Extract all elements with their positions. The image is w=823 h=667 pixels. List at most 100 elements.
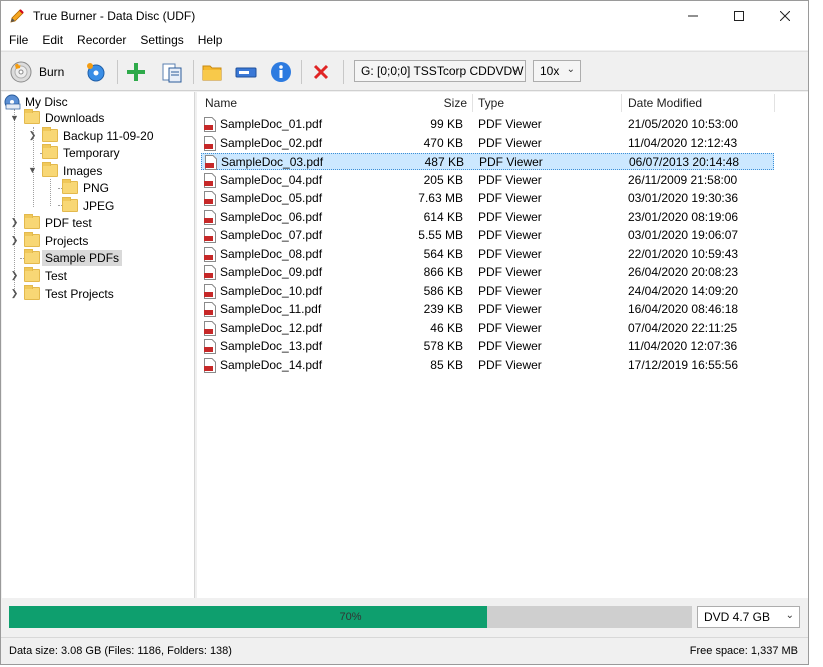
file-row[interactable]: SampleDoc_08.pdf 564 KB PDF Viewer 22/01/20… <box>201 246 774 263</box>
column-header-type[interactable]: Type <box>478 92 504 114</box>
file-row[interactable]: SampleDoc_11.pdf 239 KB PDF Viewer 16/04/20… <box>201 301 774 318</box>
close-button[interactable] <box>762 1 808 31</box>
import-button[interactable] <box>161 58 183 86</box>
disc-root-icon <box>4 94 21 109</box>
tree-label: Downloads <box>45 110 105 125</box>
file-date: 26/04/2020 20:08:23 <box>628 265 739 279</box>
file-type: PDF Viewer <box>478 265 542 279</box>
tree-label: Temporary <box>63 145 120 160</box>
tree-item-temporary[interactable]: Temporary <box>42 144 123 161</box>
data-size-status: Data size: 3.08 GB (Files: 1186, Folders… <box>9 645 232 657</box>
file-name: SampleDoc_01.pdf <box>220 117 323 131</box>
expand-arrow-icon[interactable]: ❯ <box>10 235 19 246</box>
expand-arrow-icon[interactable]: ❯ <box>10 270 19 281</box>
tree-item-images[interactable]: Images <box>42 162 105 179</box>
file-row[interactable]: SampleDoc_07.pdf 5.55 MB PDF Viewer 03/01/2… <box>201 227 774 244</box>
disc-settings-button[interactable] <box>85 58 107 86</box>
file-size: 85 KB <box>430 357 463 372</box>
file-date: 07/04/2020 22:11:25 <box>628 320 738 335</box>
menu-file[interactable]: File <box>3 31 34 50</box>
drive-select[interactable]: G: [0;0;0] TSSTcorp CDDVDW ⌄ <box>354 60 526 82</box>
file-type: PDF Viewer <box>478 357 542 372</box>
tree-label: Backup 11-09-20 <box>63 128 154 143</box>
burn-label: Burn <box>39 65 65 79</box>
menu-edit[interactable]: Edit <box>36 31 69 50</box>
minimize-button[interactable] <box>670 1 716 31</box>
tree-item-backup[interactable]: Backup 11-09-20 <box>42 127 157 144</box>
tree-item-pdf-test[interactable]: PDF test <box>24 214 95 231</box>
tree-label: Projects <box>45 233 89 248</box>
tree-item-jpeg[interactable]: JPEG <box>62 197 117 214</box>
file-name: SampleDoc_14.pdf <box>220 357 323 372</box>
tree-item-downloads[interactable]: Downloads <box>24 109 107 126</box>
column-header-date-modified[interactable]: Date Modified <box>628 92 702 114</box>
file-size: 614 KB <box>423 209 463 224</box>
file-date: 06/07/2013 20:14:48 <box>629 155 740 169</box>
maximize-button[interactable] <box>716 1 762 31</box>
clipboard-icon <box>162 63 182 83</box>
tree-item-test[interactable]: Test <box>24 267 70 284</box>
file-row[interactable]: SampleDoc_02.pdf 470 KB PDF Viewer 11/04/20… <box>201 135 774 152</box>
maximize-icon <box>734 11 744 21</box>
collapse-arrow-icon[interactable]: ▼ <box>10 113 19 123</box>
pdf-file-icon <box>204 228 216 243</box>
column-header-name[interactable]: Name <box>205 92 237 114</box>
file-row[interactable]: SampleDoc_09.pdf 866 KB PDF Viewer 26/04/20… <box>201 264 774 281</box>
pdf-file-icon <box>205 155 217 170</box>
file-row[interactable]: SampleDoc_05.pdf 7.63 MB PDF Viewer 03/01/2… <box>201 190 774 207</box>
menu-settings[interactable]: Settings <box>134 31 189 50</box>
file-size: 487 KB <box>424 155 464 169</box>
file-row[interactable]: SampleDoc_06.pdf 614 KB PDF Viewer 23/01/20… <box>201 209 774 226</box>
folder-icon <box>24 249 40 264</box>
file-name: SampleDoc_08.pdf <box>220 246 323 261</box>
disc-usage-bar: 70% <box>9 606 692 628</box>
file-row[interactable]: SampleDoc_01.pdf 99 KB PDF Viewer 21/05/202… <box>201 116 774 133</box>
disc-type-select[interactable]: DVD 4.7 GB ⌄ <box>697 606 800 628</box>
file-type: PDF Viewer <box>478 135 542 150</box>
pdf-file-icon <box>204 283 216 299</box>
file-row[interactable]: SampleDoc_13.pdf 578 KB PDF Viewer 11/04/20… <box>201 338 774 355</box>
file-row[interactable]: SampleDoc_04.pdf 205 KB PDF Viewer 26/11/20… <box>201 172 774 189</box>
tree-item-png[interactable]: PNG <box>62 179 112 196</box>
file-name: SampleDoc_10.pdf <box>220 283 323 298</box>
burn-button[interactable]: Burn <box>9 58 64 86</box>
file-date: 03/01/2020 19:30:36 <box>628 191 739 205</box>
properties-button[interactable] <box>269 58 293 86</box>
chevron-down-icon: ⌄ <box>785 610 794 621</box>
menu-recorder[interactable]: Recorder <box>71 31 132 50</box>
add-files-button[interactable] <box>125 58 147 86</box>
minimize-icon <box>688 15 698 17</box>
collapse-arrow-icon[interactable]: ▼ <box>28 165 37 175</box>
file-type: PDF Viewer <box>478 320 542 335</box>
tree-item-test-projects[interactable]: Test Projects <box>24 285 117 302</box>
file-row[interactable]: SampleDoc_14.pdf 85 KB PDF Viewer 17/12/201… <box>201 357 774 374</box>
rename-button[interactable] <box>235 58 257 86</box>
file-size: 7.63 MB <box>418 191 463 205</box>
expand-arrow-icon[interactable]: ❯ <box>10 217 19 228</box>
file-size: 586 KB <box>423 283 463 298</box>
tree-item-my-disc[interactable]: My Disc <box>4 93 71 110</box>
expand-arrow-icon[interactable]: ❯ <box>10 288 19 299</box>
window-title: True Burner - Data Disc (UDF) <box>33 9 196 23</box>
drive-select-value: G: [0;0;0] TSSTcorp CDDVDW <box>361 64 524 78</box>
true-burner-logo-icon <box>9 8 25 24</box>
file-row[interactable]: SampleDoc_03.pdf 487 KB PDF Viewer 06/07/20… <box>201 153 774 170</box>
file-date: 22/01/2020 10:59:43 <box>628 246 739 261</box>
file-row[interactable]: SampleDoc_10.pdf 586 KB PDF Viewer 24/04/20… <box>201 283 774 300</box>
speed-select[interactable]: 10x ⌄ <box>533 60 581 82</box>
menu-help[interactable]: Help <box>192 31 229 50</box>
file-type: PDF Viewer <box>478 228 542 242</box>
tree-label: JPEG <box>83 198 115 213</box>
tree-item-projects[interactable]: Projects <box>24 232 91 249</box>
file-name: SampleDoc_11.pdf <box>220 302 322 316</box>
file-row[interactable]: SampleDoc_12.pdf 46 KB PDF Viewer 07/04/202… <box>201 320 774 337</box>
remove-button[interactable] <box>310 58 332 86</box>
column-header-size[interactable]: Size <box>407 92 467 114</box>
pdf-file-icon <box>204 209 216 225</box>
file-type: PDF Viewer <box>478 283 542 298</box>
new-folder-button[interactable] <box>201 58 223 86</box>
file-name: SampleDoc_04.pdf <box>220 172 323 187</box>
expand-arrow-icon[interactable]: ❯ <box>28 130 37 141</box>
tree-item-sample-pdfs[interactable]: Sample PDFs <box>24 249 123 266</box>
file-name: SampleDoc_13.pdf <box>220 339 323 353</box>
